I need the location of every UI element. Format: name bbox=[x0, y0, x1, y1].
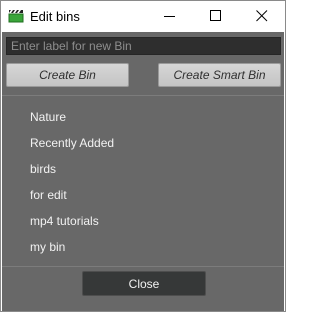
list-item[interactable]: mp4 tutorials bbox=[30, 214, 99, 228]
close-button[interactable]: Close bbox=[82, 271, 206, 296]
maximize-icon bbox=[210, 10, 221, 21]
create-bin-button[interactable]: Create Bin bbox=[6, 63, 129, 87]
title-bar[interactable]: Edit bins bbox=[1, 1, 285, 31]
edit-bins-window: Edit bins Create Bin Create Smart Bin bbox=[0, 0, 286, 312]
divider bbox=[2, 95, 284, 96]
maximize-button[interactable] bbox=[193, 1, 239, 31]
create-smart-bin-button[interactable]: Create Smart Bin bbox=[158, 63, 281, 87]
minimize-icon bbox=[164, 16, 175, 17]
minimize-button[interactable] bbox=[147, 1, 193, 31]
list-item[interactable]: birds bbox=[30, 162, 56, 176]
close-icon bbox=[256, 10, 268, 22]
close-window-button[interactable] bbox=[239, 1, 285, 31]
close-button-label: Close bbox=[128, 276, 160, 291]
clapperboard-icon bbox=[8, 9, 24, 23]
divider bbox=[2, 266, 284, 267]
create-bin-label: Create Bin bbox=[39, 68, 96, 82]
window-title: Edit bins bbox=[30, 9, 80, 24]
list-item[interactable]: Nature bbox=[30, 110, 66, 124]
list-item[interactable]: my bin bbox=[30, 240, 65, 254]
create-smart-bin-label: Create Smart Bin bbox=[173, 68, 266, 82]
bin-label-input[interactable] bbox=[6, 37, 281, 55]
list-item[interactable]: for edit bbox=[30, 188, 67, 202]
list-item[interactable]: Recently Added bbox=[30, 136, 114, 150]
dialog-body: Create Bin Create Smart Bin Nature Recen… bbox=[2, 32, 284, 311]
